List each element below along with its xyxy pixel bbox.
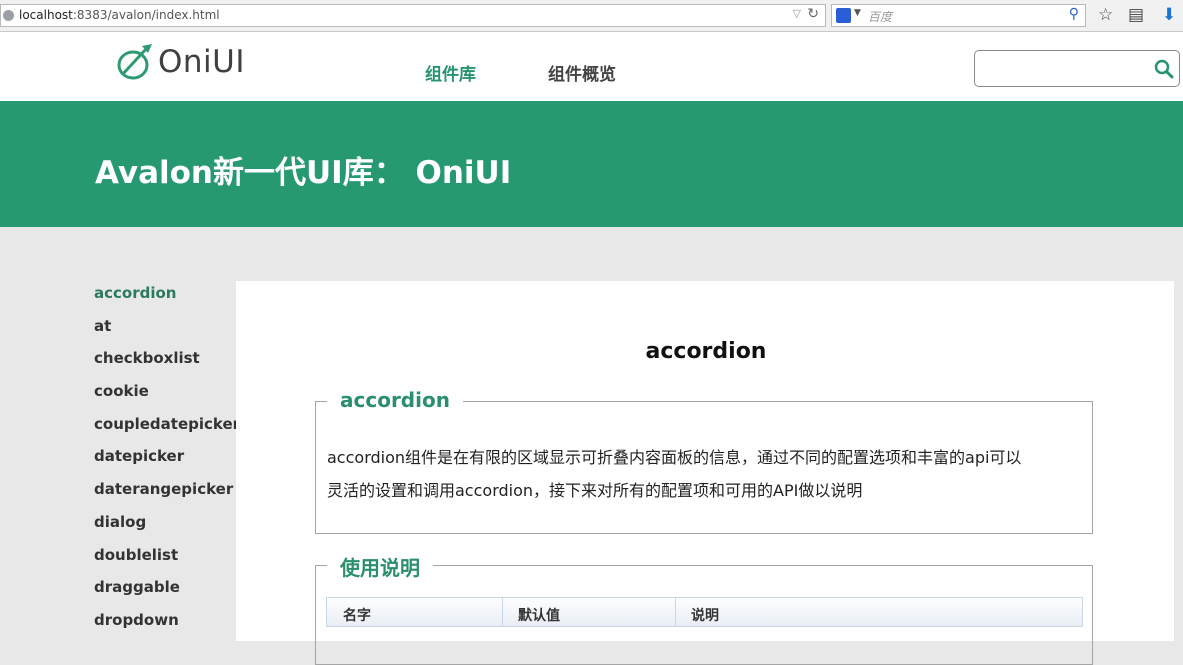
nav-component-overview[interactable]: 组件概览 <box>548 60 616 85</box>
options-table-header: 名字 默认值 说明 <box>326 597 1083 627</box>
history-dropdown-icon[interactable]: ▽ <box>793 7 801 20</box>
reload-icon[interactable]: ↻ <box>807 6 819 22</box>
download-icon[interactable]: ⬇ <box>1162 5 1176 25</box>
column-header-default: 默认值 <box>518 608 560 624</box>
banner-title: Avalon新一代UI库： OniUI <box>95 155 512 191</box>
url-text[interactable]: localhost:8383/avalon/index.html <box>19 8 220 22</box>
address-bar[interactable]: localhost:8383/avalon/index.html ▽ ↻ <box>0 4 826 27</box>
usage-fieldset: 使用说明 名字 默认值 说明 <box>315 552 1093 665</box>
magnifier-icon[interactable]: ⚲ <box>1069 6 1079 22</box>
onion-logo-icon[interactable] <box>114 42 154 82</box>
sidebar-item-at[interactable]: at <box>94 317 240 350</box>
sidebar-item-draggable[interactable]: draggable <box>94 578 240 611</box>
intro-legend: accordion <box>327 388 463 412</box>
column-header-description: 说明 <box>691 608 719 624</box>
engine-dropdown-icon[interactable]: ▼ <box>854 8 861 18</box>
sidebar-item-checkboxlist[interactable]: checkboxlist <box>94 349 240 382</box>
url-host: localhost <box>19 8 73 22</box>
sidebar-item-coupledatepicker[interactable]: coupledatepicker <box>94 415 240 448</box>
intro-description: accordion组件是在有限的区域显示可折叠内容面板的信息，通过不同的配置选项… <box>327 441 1085 507</box>
sidebar-item-daterangepicker[interactable]: daterangepicker <box>94 480 240 513</box>
reading-list-icon[interactable]: ▤ <box>1128 5 1144 25</box>
usage-legend: 使用说明 <box>327 552 433 581</box>
sidebar-item-dialog[interactable]: dialog <box>94 513 240 546</box>
url-path: :8383/avalon/index.html <box>72 8 220 22</box>
search-icon[interactable] <box>1153 58 1175 80</box>
browser-toolbar: localhost:8383/avalon/index.html ▽ ↻ ▼ 百… <box>0 0 1183 32</box>
sidebar-item-cookie[interactable]: cookie <box>94 382 240 415</box>
component-sidebar: accordion at checkboxlist cookie coupled… <box>94 284 240 644</box>
sidebar-item-accordion[interactable]: accordion <box>94 284 240 317</box>
site-header: OniUI 组件库 组件概览 <box>0 32 1183 101</box>
column-divider <box>675 598 676 627</box>
page-title: accordion <box>645 339 767 364</box>
site-search-input[interactable] <box>974 50 1180 87</box>
intro-line-2: 灵活的设置和调用accordion，接下来对所有的配置项和可用的API做以说明 <box>327 481 863 500</box>
nav-component-library[interactable]: 组件库 <box>425 60 476 85</box>
sidebar-item-datepicker[interactable]: datepicker <box>94 447 240 480</box>
intro-line-1: accordion组件是在有限的区域显示可折叠内容面板的信息，通过不同的配置选项… <box>327 448 1022 467</box>
sidebar-item-dropdown[interactable]: dropdown <box>94 611 240 644</box>
sidebar-item-doublelist[interactable]: doublelist <box>94 546 240 579</box>
column-header-name: 名字 <box>343 608 371 624</box>
main-content-panel: accordion accordion accordion组件是在有限的区域显示… <box>236 281 1174 665</box>
column-divider <box>502 598 503 627</box>
logo-text[interactable]: OniUI <box>158 44 245 80</box>
hero-banner: Avalon新一代UI库： OniUI <box>0 101 1183 227</box>
bookmark-star-icon[interactable]: ☆ <box>1098 5 1113 25</box>
browser-search-placeholder: 百度 <box>868 10 893 24</box>
globe-icon <box>3 10 14 21</box>
browser-search-bar[interactable]: ▼ 百度 ⚲ <box>831 4 1086 27</box>
intro-fieldset: accordion accordion组件是在有限的区域显示可折叠内容面板的信息… <box>315 388 1093 534</box>
search-engine-icon[interactable] <box>836 8 851 23</box>
